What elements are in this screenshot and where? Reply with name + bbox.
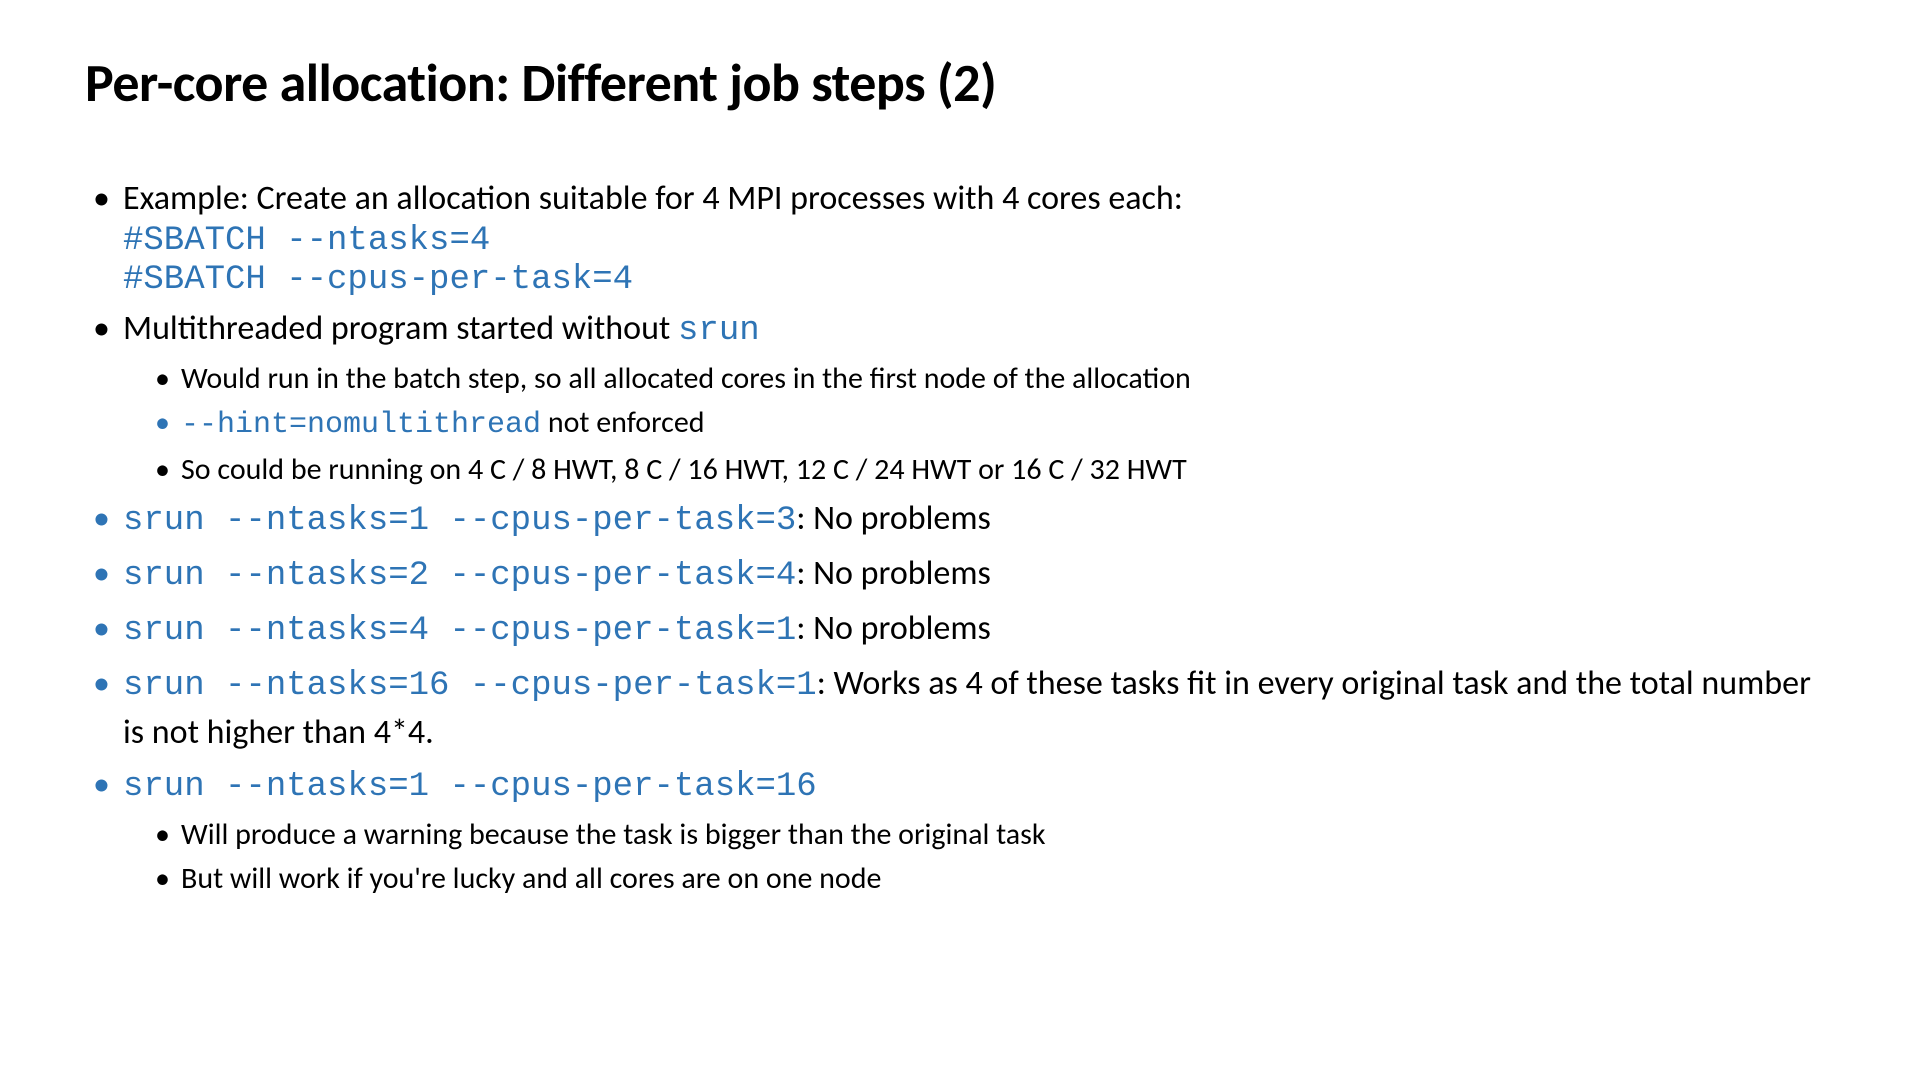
- bullet-srun-1-3: srun --ntasks=1 --cpus-per-task=3: No pr…: [85, 496, 1835, 545]
- sub-bullet-batchstep: Would run in the batch step, so all allo…: [151, 359, 1835, 400]
- code-srun-2-4: srun --ntasks=2 --cpus-per-task=4: [123, 557, 796, 595]
- code-sbatch-cpus: #SBATCH --cpus-per-task=4: [123, 261, 1835, 300]
- sub-text: But will work if you're lucky and all co…: [181, 860, 881, 897]
- code-sbatch-ntasks: #SBATCH --ntasks=4: [123, 222, 1835, 261]
- bullet-text: : No problems: [796, 553, 991, 594]
- code-srun-inline: srun: [678, 312, 760, 350]
- bullet-srun-4-1: srun --ntasks=4 --cpus-per-task=1: No pr…: [85, 606, 1835, 655]
- sub-bullet-hint: --hint=nomultithread not enforced: [151, 403, 1835, 446]
- bullet-list: Example: Create an allocation suitable f…: [85, 176, 1835, 900]
- sub-bullet-lucky: But will work if you're lucky and all co…: [151, 859, 1835, 900]
- bullet-text: : No problems: [796, 608, 991, 649]
- bullet-srun-16-1: srun --ntasks=16 --cpus-per-task=1: Work…: [85, 661, 1835, 756]
- code-hint: --hint=nomultithread: [181, 408, 541, 442]
- sub-text: Will produce a warning because the task …: [181, 816, 1046, 853]
- sub-bullet-list: Would run in the batch step, so all allo…: [123, 359, 1835, 491]
- code-srun-1-16: srun --ntasks=1 --cpus-per-task=16: [123, 768, 817, 806]
- code-srun-1-3: srun --ntasks=1 --cpus-per-task=3: [123, 502, 796, 540]
- sub-bullet-list: Will produce a warning because the task …: [123, 815, 1835, 900]
- bullet-srun-1-16: srun --ntasks=1 --cpus-per-task=16 Will …: [85, 762, 1835, 900]
- sub-bullet-warning: Will produce a warning because the task …: [151, 815, 1835, 856]
- slide-title: Per-core allocation: Different job steps…: [85, 50, 1835, 116]
- bullet-text: Example: Create an allocation suitable f…: [123, 178, 1183, 219]
- bullet-text: Multithreaded program started without: [123, 308, 678, 349]
- bullet-example: Example: Create an allocation suitable f…: [85, 176, 1835, 300]
- bullet-multithreaded: Multithreaded program started without sr…: [85, 306, 1835, 490]
- sub-text: So could be running on 4 C / 8 HWT, 8 C …: [181, 451, 1187, 488]
- bullet-text: : No problems: [796, 498, 991, 539]
- sub-text: not enforced: [541, 404, 704, 441]
- bullet-srun-2-4: srun --ntasks=2 --cpus-per-task=4: No pr…: [85, 551, 1835, 600]
- code-srun-4-1: srun --ntasks=4 --cpus-per-task=1: [123, 612, 796, 650]
- sub-text: Would run in the batch step, so all allo…: [181, 360, 1191, 397]
- sub-bullet-running: So could be running on 4 C / 8 HWT, 8 C …: [151, 450, 1835, 491]
- code-srun-16-1: srun --ntasks=16 --cpus-per-task=1: [123, 667, 817, 705]
